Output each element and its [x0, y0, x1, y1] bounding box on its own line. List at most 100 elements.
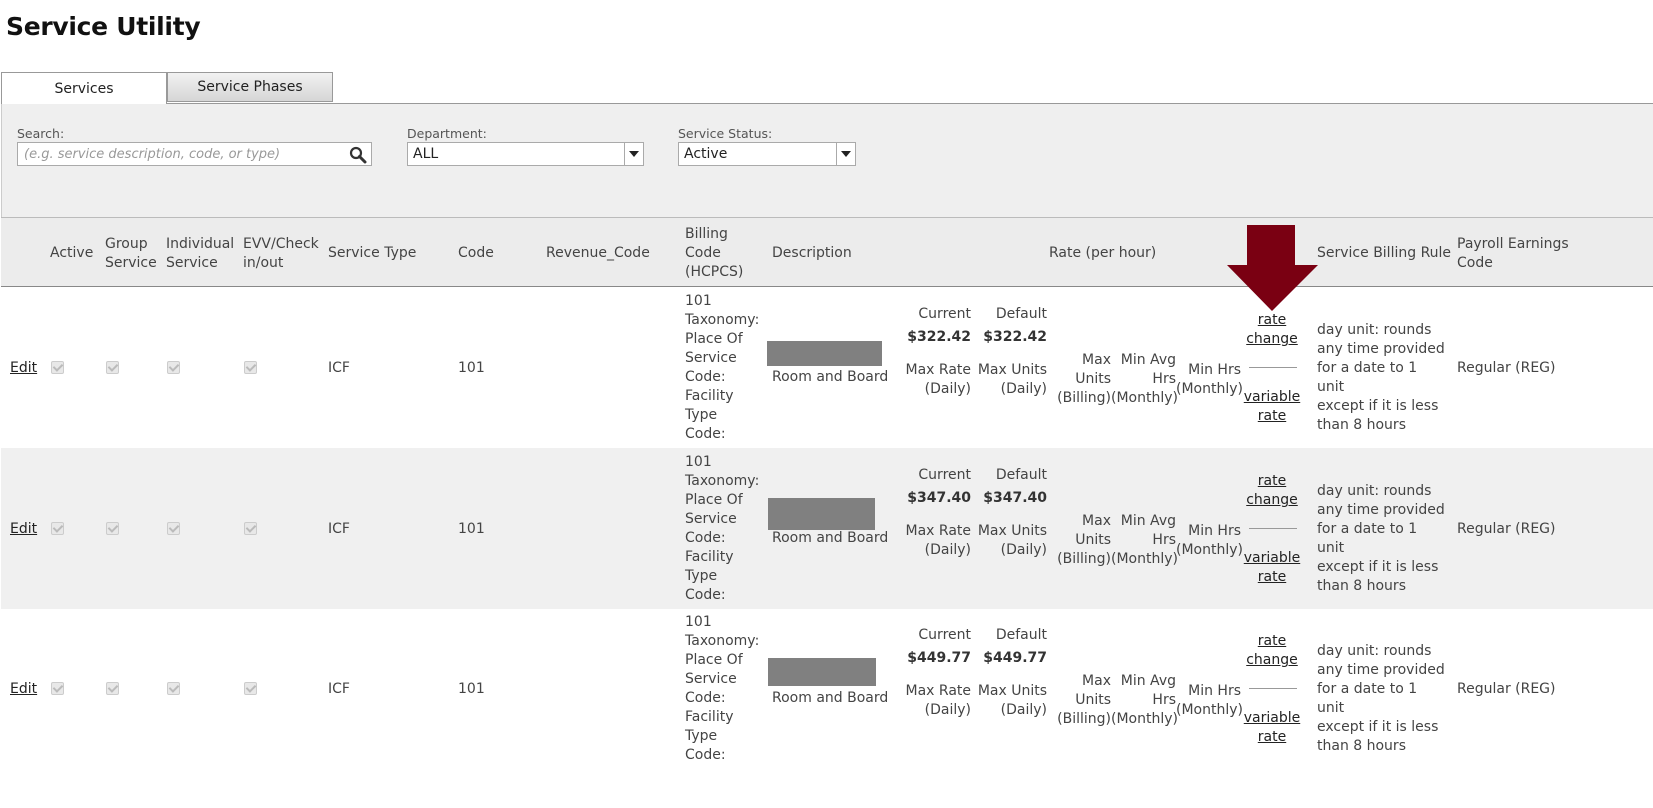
current-label: Current [918, 467, 971, 483]
rate-change-line: rate [1257, 473, 1287, 489]
service-type: ICF [328, 521, 350, 537]
rate-change-link[interactable]: rate change [1242, 632, 1302, 670]
max-rate-daily: Max Rate (Daily) [901, 361, 972, 399]
description: Room and Board [772, 690, 889, 706]
rate-change-link[interactable]: rate change [1242, 472, 1302, 510]
default-rate: $347.40 [983, 490, 1047, 506]
tab-service-phases[interactable]: Service Phases [167, 72, 333, 102]
max-units-billing-line: Max [1082, 352, 1111, 368]
max-units-daily: Max Units (Daily) [977, 682, 1047, 720]
billing-line: Code: [685, 426, 726, 442]
billing-line: Code: [685, 369, 726, 385]
billing-rule-line: than 8 hours [1317, 417, 1406, 433]
billing-rule: day unit: rounds any time provided for a d… [1317, 321, 1447, 435]
payroll-code: Regular (REG) [1457, 360, 1556, 376]
max-rate-daily: Max Rate (Daily) [901, 522, 972, 560]
max-units-line: (Daily) [1000, 702, 1047, 718]
max-rate-line: Max Rate [905, 683, 972, 699]
redacted-description [768, 498, 875, 530]
min-hrs-line: Min Hrs [1188, 362, 1241, 378]
tab-services[interactable]: Services [1, 72, 167, 104]
service-type: ICF [328, 360, 350, 376]
default-rate: $322.42 [983, 329, 1047, 345]
table-row: Edit ICF 101 101 Taxonomy: Place Of Service… [1, 287, 1653, 448]
arrow-down-icon [1227, 225, 1318, 311]
rate-change-link[interactable]: rate change [1242, 311, 1302, 349]
billing-line: 101 [685, 454, 712, 470]
current-rate: $347.40 [907, 490, 971, 506]
chevron-down-icon[interactable] [836, 143, 855, 165]
col-group-service: Group Service [105, 236, 157, 271]
edit-link[interactable]: Edit [10, 521, 37, 537]
col-individual-service: Individual Service [166, 236, 235, 271]
link-divider [1249, 688, 1297, 689]
max-rate-line: (Daily) [924, 702, 971, 718]
department-value: ALL [413, 146, 439, 162]
rate-change-line: rate [1257, 312, 1287, 328]
variable-rate-link[interactable]: variable rate [1242, 709, 1302, 747]
billing-line: 101 [685, 293, 712, 309]
billing-rule-line: day unit: rounds [1317, 483, 1432, 499]
search-input[interactable] [18, 143, 350, 165]
variable-rate-line: rate [1257, 408, 1287, 424]
status-value: Active [684, 146, 728, 162]
search-icon[interactable] [349, 146, 367, 164]
description: Room and Board [772, 369, 889, 385]
default-label: Default [995, 627, 1047, 643]
billing-rule: day unit: rounds any time provided for a d… [1317, 642, 1447, 756]
billing-line: Type [685, 407, 718, 423]
max-units-daily: Max Units (Daily) [977, 522, 1047, 560]
col-code: Code [458, 245, 494, 261]
chevron-down-icon[interactable] [624, 143, 643, 165]
col-evv: EVV/Check in/out [243, 236, 319, 271]
billing-rule: day unit: rounds any time provided for a d… [1317, 482, 1447, 596]
billing-code: 101 Taxonomy: Place Of Service Code: Facility… [685, 453, 760, 605]
billing-line: Taxonomy: [685, 473, 760, 489]
min-avg-hrs-line: Hrs [1152, 371, 1176, 387]
max-units-billing-line: (Billing) [1057, 711, 1111, 727]
link-divider [1249, 528, 1297, 529]
min-hrs-monthly: Min Hrs (Monthly) [1176, 682, 1243, 720]
billing-line: Code: [685, 530, 726, 546]
min-hrs-monthly: Min Hrs (Monthly) [1176, 522, 1243, 560]
billing-line: Code: [685, 690, 726, 706]
max-units-billing: Max Units (Billing) [1051, 672, 1111, 729]
payroll-code: Regular (REG) [1457, 521, 1556, 537]
min-hrs-line: Min Hrs [1188, 683, 1241, 699]
billing-line: Place Of [685, 492, 743, 508]
default-label: Default [995, 306, 1047, 322]
max-rate-line: (Daily) [924, 381, 971, 397]
redacted-description [767, 341, 882, 366]
status-label: Service Status: [678, 126, 773, 141]
billing-rule-line: than 8 hours [1317, 578, 1406, 594]
variable-rate-line: rate [1257, 729, 1287, 745]
min-avg-hrs-line: Min Avg [1120, 352, 1176, 368]
search-box[interactable] [17, 142, 372, 166]
variable-rate-link[interactable]: variable rate [1242, 388, 1302, 426]
billing-line: 101 [685, 614, 712, 630]
max-units-billing-line: Max [1082, 673, 1111, 689]
billing-rule-line: than 8 hours [1317, 738, 1406, 754]
department-select[interactable]: ALL [407, 142, 644, 166]
min-avg-hrs-monthly: Min Avg Hrs (Monthly) [1111, 351, 1178, 408]
variable-rate-link[interactable]: variable rate [1242, 549, 1302, 587]
billing-rule-line: day unit: rounds [1317, 322, 1432, 338]
col-service-type: Service Type [328, 245, 417, 261]
edit-link[interactable]: Edit [10, 360, 37, 376]
service-code: 101 [458, 681, 485, 697]
edit-link[interactable]: Edit [10, 681, 37, 697]
billing-line: Taxonomy: [685, 633, 760, 649]
billing-line: Taxonomy: [685, 312, 760, 328]
billing-line: Place Of [685, 652, 743, 668]
variable-rate-line: variable [1243, 710, 1301, 726]
billing-rule-line: except if it is less [1317, 559, 1439, 575]
billing-line: Type [685, 568, 718, 584]
min-hrs-line: (Monthly) [1176, 381, 1243, 397]
filter-panel: Search: Department: ALL Service Status: … [1, 103, 1653, 217]
description: Room and Board [772, 530, 889, 546]
billing-rule-line: except if it is less [1317, 719, 1439, 735]
max-units-line: Max Units [977, 683, 1047, 699]
min-avg-hrs-line: (Monthly) [1111, 551, 1178, 567]
evv-checkbox [244, 682, 257, 695]
status-select[interactable]: Active [678, 142, 856, 166]
